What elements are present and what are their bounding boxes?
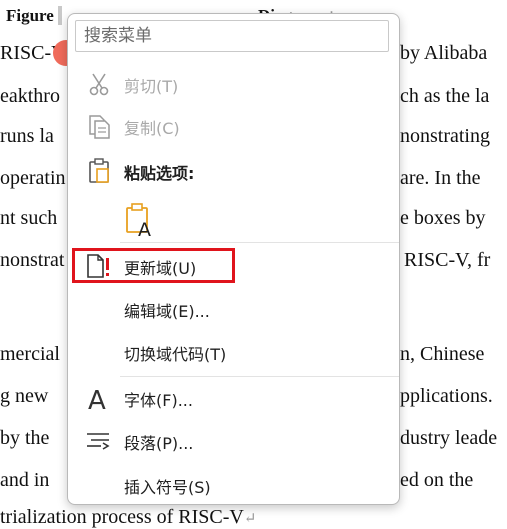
doc-line: nt such — [0, 207, 58, 229]
doc-line: by the — [0, 427, 50, 449]
menu-item-label: 字体(F)... — [124, 391, 193, 410]
paragraph-icon — [84, 425, 114, 457]
menu-item-label: 剪切(T) — [124, 77, 179, 96]
menu-item-label: 切换域代码(T) — [124, 345, 227, 364]
doc-line: eakthro — [0, 85, 60, 107]
doc-line: nonstrat — [0, 249, 65, 271]
menu-item-label: 段落(P)... — [124, 434, 194, 453]
doc-line-right: RISC-V, fr — [404, 249, 491, 271]
doc-line-right: ed on the — [400, 469, 474, 491]
paste-keep-text-only-button[interactable]: A — [124, 202, 158, 241]
menu-item-insert-symbol[interactable]: 插入符号(S) — [68, 465, 399, 505]
menu-item-font[interactable]: A 字体(F)... — [68, 378, 399, 418]
menu-item-paragraph[interactable]: 段落(P)... — [68, 421, 399, 461]
menu-item-label: 复制(C) — [124, 119, 180, 138]
scissors-icon — [84, 68, 114, 100]
menu-item-label: 编辑域(E)... — [124, 302, 210, 321]
menu-item-toggle-field-codes[interactable]: 切换域代码(T) — [68, 332, 399, 372]
doc-line-right: by Alibaba — [400, 42, 488, 64]
highlight-box — [72, 248, 235, 283]
doc-line: g new — [0, 385, 49, 407]
figure-caption-start: Figure — [6, 6, 63, 26]
doc-line: and in — [0, 469, 50, 491]
doc-line: operatin — [0, 167, 66, 189]
menu-item-label: 粘贴选项: — [124, 164, 195, 183]
doc-line-right: ch as the la — [400, 85, 490, 107]
menu-item-paste-options: 粘贴选项: — [68, 151, 399, 191]
svg-text:A: A — [138, 219, 151, 238]
menu-separator — [120, 242, 399, 243]
doc-line: trialization process of RISC-V↵ — [0, 506, 257, 528]
doc-line-right: n, Chinese — [400, 343, 485, 365]
doc-line-right: nonstrating — [400, 125, 490, 147]
paste-keep-text-only-icon: A — [126, 203, 151, 241]
menu-item-edit-field[interactable]: 编辑域(E)... — [68, 289, 399, 329]
doc-line-right: are. In the — [400, 167, 481, 189]
copy-icon — [84, 110, 114, 142]
context-menu: 搜索菜单 剪切(T) 复制(C) 粘贴选项: A 更新域(U) 编辑域(E)..… — [67, 13, 400, 505]
doc-line: mercial — [0, 343, 60, 365]
doc-line: runs la — [0, 125, 54, 147]
menu-item-copy[interactable]: 复制(C) — [68, 106, 399, 146]
search-menu-input[interactable]: 搜索菜单 — [75, 20, 389, 52]
menu-separator — [120, 376, 399, 377]
clipboard-icon — [84, 155, 114, 187]
menu-item-cut[interactable]: 剪切(T) — [68, 64, 399, 104]
menu-item-label: 插入符号(S) — [124, 478, 211, 497]
font-icon: A — [84, 382, 114, 414]
doc-line-right: e boxes by — [400, 207, 486, 229]
doc-line-right: pplications. — [400, 385, 493, 407]
svg-text:A: A — [88, 386, 106, 412]
doc-line-right: dustry leade — [400, 427, 498, 449]
